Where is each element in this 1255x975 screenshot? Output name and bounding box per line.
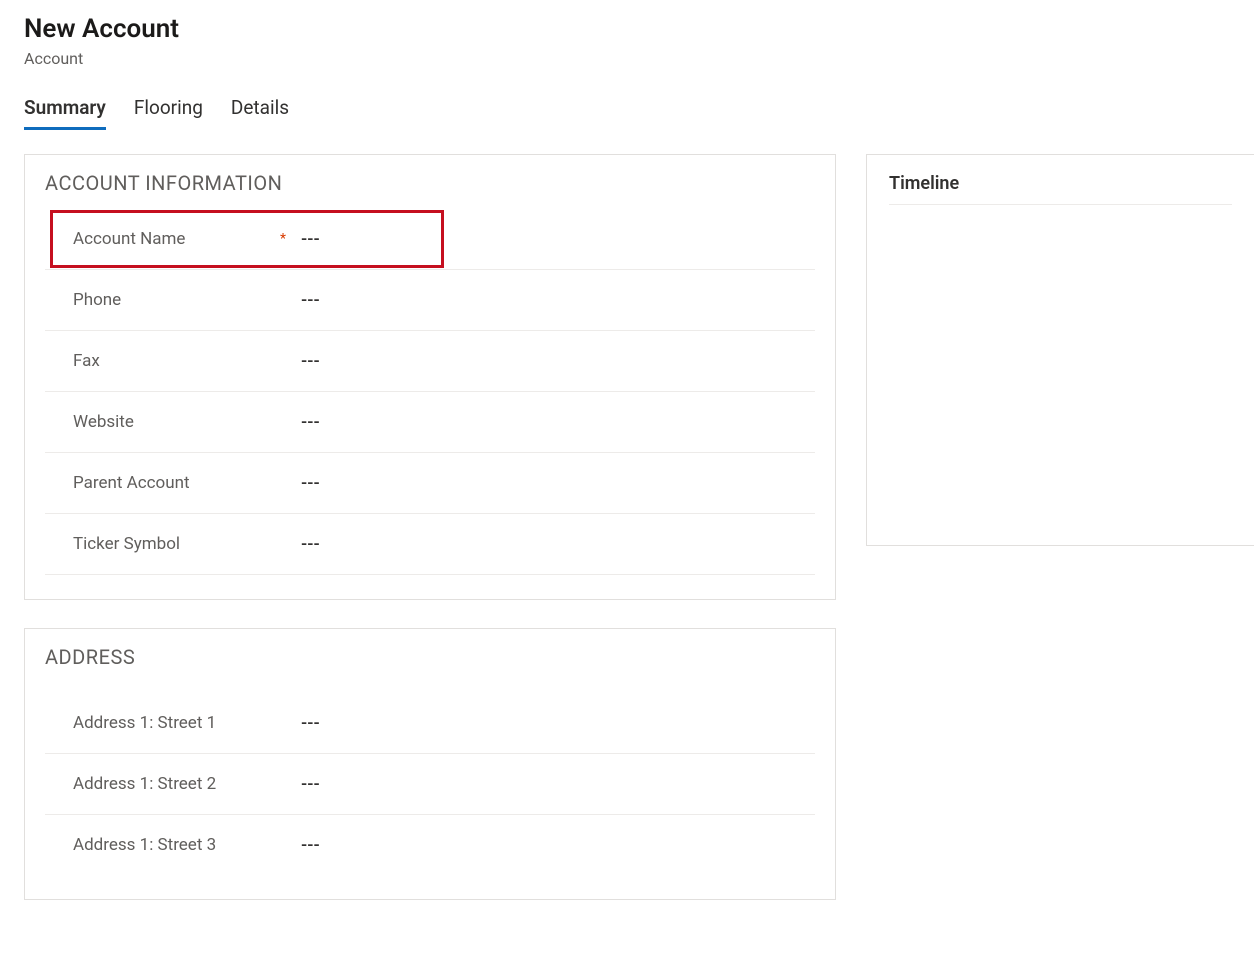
label-website: Website	[73, 412, 273, 432]
tab-summary[interactable]: Summary	[24, 96, 106, 130]
label-address1-street3: Address 1: Street 3	[73, 835, 273, 855]
section-title-address: ADDRESS	[45, 645, 815, 669]
account-information-section: ACCOUNT INFORMATION Account Name * --- P…	[24, 154, 836, 600]
tabs-container: Summary Flooring Details	[24, 96, 1255, 130]
value-account-name[interactable]: ---	[293, 229, 443, 249]
field-phone[interactable]: Phone ---	[45, 270, 815, 331]
label-parent-account: Parent Account	[73, 473, 273, 493]
value-phone[interactable]: ---	[293, 290, 815, 310]
value-ticker-symbol[interactable]: ---	[293, 534, 815, 554]
page-subtitle: Account	[24, 49, 1255, 68]
label-address1-street2: Address 1: Street 2	[73, 774, 273, 794]
field-address1-street3[interactable]: Address 1: Street 3 ---	[45, 815, 815, 875]
field-address1-street1[interactable]: Address 1: Street 1 ---	[45, 693, 815, 754]
label-fax: Fax	[73, 351, 273, 371]
value-website[interactable]: ---	[293, 412, 815, 432]
field-parent-account[interactable]: Parent Account ---	[45, 453, 815, 514]
value-parent-account[interactable]: ---	[293, 473, 815, 493]
value-address1-street2[interactable]: ---	[293, 774, 815, 794]
field-address1-street2[interactable]: Address 1: Street 2 ---	[45, 754, 815, 815]
address-section: ADDRESS Address 1: Street 1 --- Address …	[24, 628, 836, 900]
field-fax[interactable]: Fax ---	[45, 331, 815, 392]
required-indicator-icon: *	[273, 231, 293, 247]
tab-flooring[interactable]: Flooring	[134, 96, 203, 130]
page-title: New Account	[24, 14, 1255, 45]
field-website[interactable]: Website ---	[45, 392, 815, 453]
tab-details[interactable]: Details	[231, 96, 289, 130]
value-fax[interactable]: ---	[293, 351, 815, 371]
label-account-name: Account Name	[73, 229, 273, 249]
label-address1-street1: Address 1: Street 1	[73, 713, 273, 733]
label-phone: Phone	[73, 290, 273, 310]
value-address1-street1[interactable]: ---	[293, 713, 815, 733]
label-ticker-symbol: Ticker Symbol	[73, 534, 273, 554]
field-account-name[interactable]: Account Name * ---	[51, 211, 443, 267]
section-title-account-information: ACCOUNT INFORMATION	[45, 171, 815, 195]
value-address1-street3[interactable]: ---	[293, 835, 815, 855]
timeline-title: Timeline	[889, 173, 1232, 205]
field-ticker-symbol[interactable]: Ticker Symbol ---	[45, 514, 815, 575]
timeline-panel: Timeline	[866, 154, 1254, 546]
